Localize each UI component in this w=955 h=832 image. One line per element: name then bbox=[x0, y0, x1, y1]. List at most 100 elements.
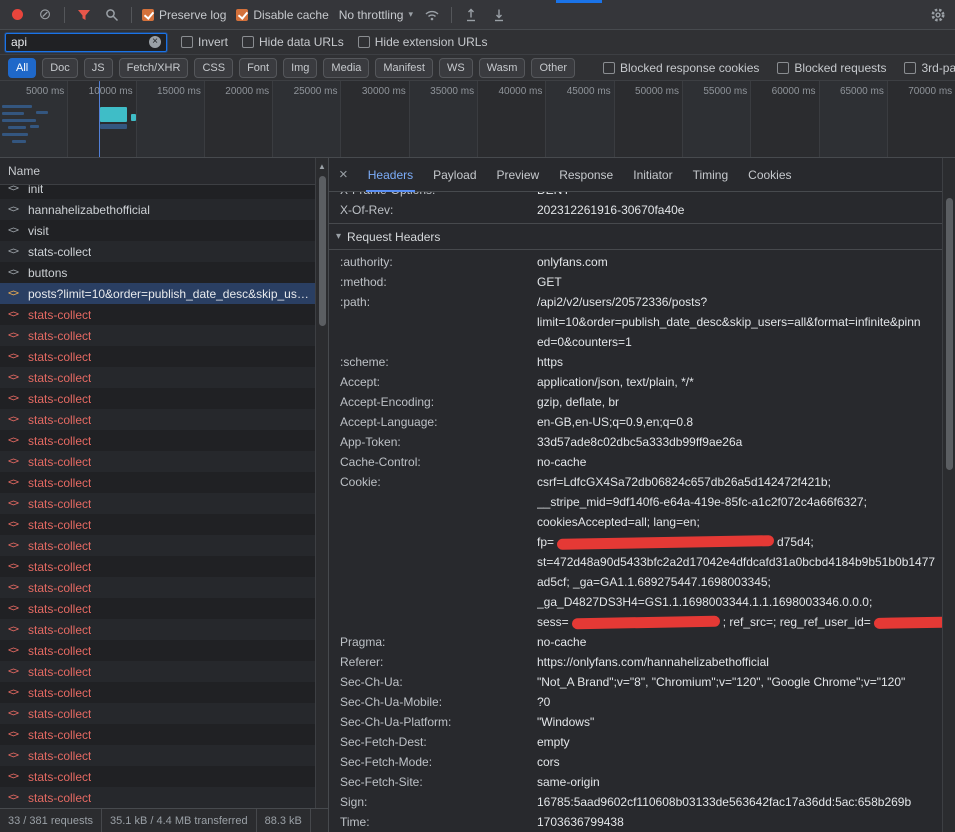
header-row: Sign:16785:5aad9602cf110608b03133de56364… bbox=[329, 792, 942, 812]
filter-pill-all[interactable]: All bbox=[8, 58, 36, 78]
filter-input[interactable]: api × bbox=[5, 33, 167, 52]
type-filter-checkboxes: Blocked response cookies Blocked requests… bbox=[603, 61, 955, 75]
tab-payload[interactable]: Payload bbox=[431, 158, 478, 192]
search-icon bbox=[105, 8, 119, 22]
request-row[interactable]: <>posts?limit=10&order=publish_date_desc… bbox=[0, 283, 315, 304]
toolbar-divider bbox=[64, 7, 65, 23]
name-column-header[interactable]: Name bbox=[0, 158, 328, 185]
details-scrollbar[interactable] bbox=[942, 158, 955, 832]
header-name: Accept-Language: bbox=[340, 412, 537, 432]
filter-pill-img[interactable]: Img bbox=[283, 58, 317, 78]
request-row[interactable]: <>stats-collect bbox=[0, 388, 315, 409]
type-filter-pills: All Doc JS Fetch/XHRCSS Font Img Media Manifest… bbox=[8, 58, 575, 78]
file-icon: <> bbox=[8, 624, 22, 635]
tab-initiator[interactable]: Initiator bbox=[631, 158, 674, 192]
scroll-up-icon[interactable]: ▲ bbox=[318, 158, 326, 171]
hide-data-urls-checkbox[interactable]: Hide data URLs bbox=[242, 35, 344, 49]
record-button[interactable] bbox=[8, 6, 26, 24]
request-row[interactable]: <>stats-collect bbox=[0, 577, 315, 598]
request-row[interactable]: <>stats-collect bbox=[0, 430, 315, 451]
request-row[interactable]: <>stats-collect bbox=[0, 493, 315, 514]
request-row[interactable]: <>stats-collect bbox=[0, 346, 315, 367]
filter-input-value: api bbox=[11, 35, 149, 49]
request-row[interactable]: <>stats-collect bbox=[0, 598, 315, 619]
request-row[interactable]: <>hannahelizabethofficial bbox=[0, 199, 315, 220]
disable-cache-checkbox[interactable]: Disable cache bbox=[236, 8, 328, 22]
request-row[interactable]: <>stats-collect bbox=[0, 661, 315, 682]
request-row[interactable]: <>stats-collect bbox=[0, 745, 315, 766]
request-row[interactable]: <>stats-collect bbox=[0, 514, 315, 535]
tab-cookies[interactable]: Cookies bbox=[746, 158, 793, 192]
close-icon[interactable]: × bbox=[339, 166, 348, 183]
filter-pill-ws[interactable]: WS bbox=[439, 58, 473, 78]
filter-pill-fetch-xhr[interactable]: Fetch/XHR bbox=[119, 58, 189, 78]
filter-toggle-button[interactable] bbox=[75, 6, 93, 24]
request-row[interactable]: <>stats-collect bbox=[0, 367, 315, 388]
settings-button[interactable] bbox=[929, 6, 947, 24]
request-row[interactable]: <>buttons bbox=[0, 262, 315, 283]
filter-pill-wasm[interactable]: Wasm bbox=[479, 58, 526, 78]
request-row[interactable]: <>stats-collect bbox=[0, 619, 315, 640]
request-row[interactable]: <>stats-collect bbox=[0, 304, 315, 325]
filter-pill-js[interactable]: JS bbox=[84, 58, 113, 78]
request-name: hannahelizabethofficial bbox=[28, 203, 150, 217]
header-name: Cache-Control: bbox=[340, 452, 537, 472]
filter-pill-font[interactable]: Font bbox=[239, 58, 277, 78]
3rd-party-requests-checkbox[interactable]: 3rd-party requests bbox=[904, 61, 955, 75]
clear-button[interactable]: ⊘ bbox=[36, 6, 54, 24]
request-row[interactable]: <>stats-collect bbox=[0, 472, 315, 493]
filter-pill-media[interactable]: Media bbox=[323, 58, 369, 78]
request-headers-section-toggle[interactable]: ▾ Request Headers bbox=[329, 223, 942, 250]
request-row[interactable]: <>stats-collect bbox=[0, 640, 315, 661]
transferred-size: 35.1 kB / 4.4 MB transferred bbox=[102, 809, 257, 832]
request-row[interactable]: <>stats-collect bbox=[0, 724, 315, 745]
request-row[interactable]: <>stats-collect bbox=[0, 535, 315, 556]
header-value: csrf=LdfcGX4Sa72db06824c657db26a5d142472… bbox=[537, 472, 942, 632]
header-row: Accept:application/json, text/plain, */* bbox=[329, 372, 942, 392]
request-row[interactable]: <>stats-collect bbox=[0, 241, 315, 262]
network-conditions-button[interactable] bbox=[423, 6, 441, 24]
request-row[interactable]: <>stats-collect bbox=[0, 766, 315, 787]
filter-pill-css[interactable]: CSS bbox=[194, 58, 233, 78]
time-label: 10000 ms bbox=[89, 86, 133, 97]
header-value: https://onlyfans.com/hannahelizabethoffi… bbox=[537, 652, 942, 672]
tab-preview[interactable]: Preview bbox=[495, 158, 542, 192]
request-row[interactable]: <>stats-collect bbox=[0, 451, 315, 472]
clear-filter-icon[interactable]: × bbox=[149, 36, 161, 48]
request-list-scrollbar[interactable]: ▲ bbox=[315, 158, 328, 808]
header-value: "Windows" bbox=[537, 712, 942, 732]
scrollbar-thumb[interactable] bbox=[946, 198, 953, 470]
request-row[interactable]: <>stats-collect bbox=[0, 703, 315, 724]
request-row[interactable]: <>stats-collect bbox=[0, 682, 315, 703]
filter-pill-doc[interactable]: Doc bbox=[42, 58, 78, 78]
preserve-log-checkbox[interactable]: Preserve log bbox=[142, 8, 226, 22]
filter-pill-other[interactable]: Other bbox=[531, 58, 575, 78]
header-name: Sec-Fetch-Dest: bbox=[340, 732, 537, 752]
time-label: 30000 ms bbox=[362, 86, 406, 97]
tab-timing[interactable]: Timing bbox=[691, 158, 731, 192]
invert-checkbox[interactable]: Invert bbox=[181, 35, 228, 49]
filter-pill-manifest[interactable]: Manifest bbox=[375, 58, 433, 78]
request-row[interactable]: <>stats-collect bbox=[0, 325, 315, 346]
checkbox-label: Hide extension URLs bbox=[375, 35, 488, 49]
request-row[interactable]: <>visit bbox=[0, 220, 315, 241]
timeline-overview[interactable]: 5000 ms10000 ms15000 ms20000 ms25000 ms3… bbox=[0, 81, 955, 158]
request-row[interactable]: <>init bbox=[0, 185, 315, 199]
tab-headers[interactable]: Headers bbox=[366, 158, 415, 192]
checkbox-label: 3rd-party requests bbox=[921, 61, 955, 75]
request-row[interactable]: <>stats-collect bbox=[0, 787, 315, 808]
tab-response[interactable]: Response bbox=[557, 158, 615, 192]
throttling-dropdown[interactable]: No throttling ▾ bbox=[339, 8, 413, 22]
overview-column: 70000 ms bbox=[888, 81, 955, 157]
header-name: Cookie: bbox=[340, 472, 537, 632]
hide-extension-urls-checkbox[interactable]: Hide extension URLs bbox=[358, 35, 488, 49]
blocked-requests-checkbox[interactable]: Blocked requests bbox=[777, 61, 886, 75]
search-button[interactable] bbox=[103, 6, 121, 24]
request-row[interactable]: <>stats-collect bbox=[0, 409, 315, 430]
request-row[interactable]: <>stats-collect bbox=[0, 556, 315, 577]
header-value: "Not_A Brand";v="8", "Chromium";v="120",… bbox=[537, 672, 942, 692]
blocked-response-cookies-checkbox[interactable]: Blocked response cookies bbox=[603, 61, 759, 75]
import-har-button[interactable] bbox=[462, 6, 480, 24]
scrollbar-thumb[interactable] bbox=[319, 176, 326, 326]
export-har-button[interactable] bbox=[490, 6, 508, 24]
